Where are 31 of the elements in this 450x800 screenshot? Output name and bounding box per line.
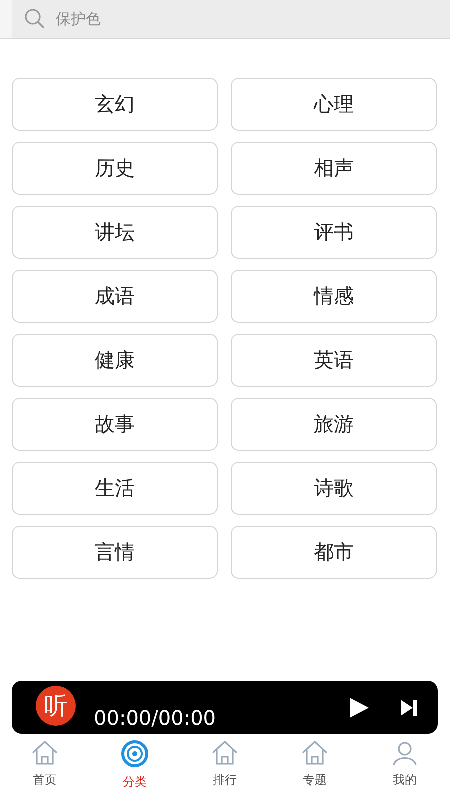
category-button[interactable]: 旅游 [231, 398, 437, 451]
category-button[interactable]: 玄幻 [12, 78, 218, 131]
category-button[interactable]: 健康 [12, 334, 218, 387]
tab-label[interactable]: 排行 [213, 772, 237, 789]
tab-label[interactable]: 首页 [33, 772, 57, 789]
category-button[interactable]: 心理 [231, 78, 437, 131]
category-button[interactable]: 英语 [231, 334, 437, 387]
play-icon[interactable] [348, 696, 370, 718]
search-icon [24, 8, 46, 30]
category-button[interactable]: 故事 [12, 398, 218, 451]
category-button[interactable]: 情感 [231, 270, 437, 323]
category-button[interactable]: 讲坛 [12, 206, 218, 259]
disc-icon[interactable] [121, 740, 149, 768]
category-button[interactable]: 成语 [12, 270, 218, 323]
tab-label[interactable]: 专题 [303, 772, 327, 789]
tab-label[interactable]: 分类 [123, 774, 147, 791]
app-logo: 听 [36, 686, 76, 726]
playback-time: 00:00/00:00 [94, 706, 218, 730]
category-button[interactable]: 历史 [12, 142, 218, 195]
home-icon[interactable] [301, 740, 329, 766]
tab-label[interactable]: 我的 [393, 772, 417, 789]
category-button[interactable]: 相声 [231, 142, 437, 195]
home-icon[interactable] [31, 740, 59, 766]
person-icon[interactable] [391, 740, 419, 766]
category-button[interactable]: 评书 [231, 206, 437, 259]
category-button[interactable]: 诗歌 [231, 462, 437, 515]
category-button[interactable]: 都市 [231, 526, 437, 579]
skip-next-icon[interactable] [400, 698, 418, 716]
category-button[interactable]: 言情 [12, 526, 218, 579]
category-button[interactable]: 生活 [12, 462, 218, 515]
home-icon[interactable] [211, 740, 239, 766]
